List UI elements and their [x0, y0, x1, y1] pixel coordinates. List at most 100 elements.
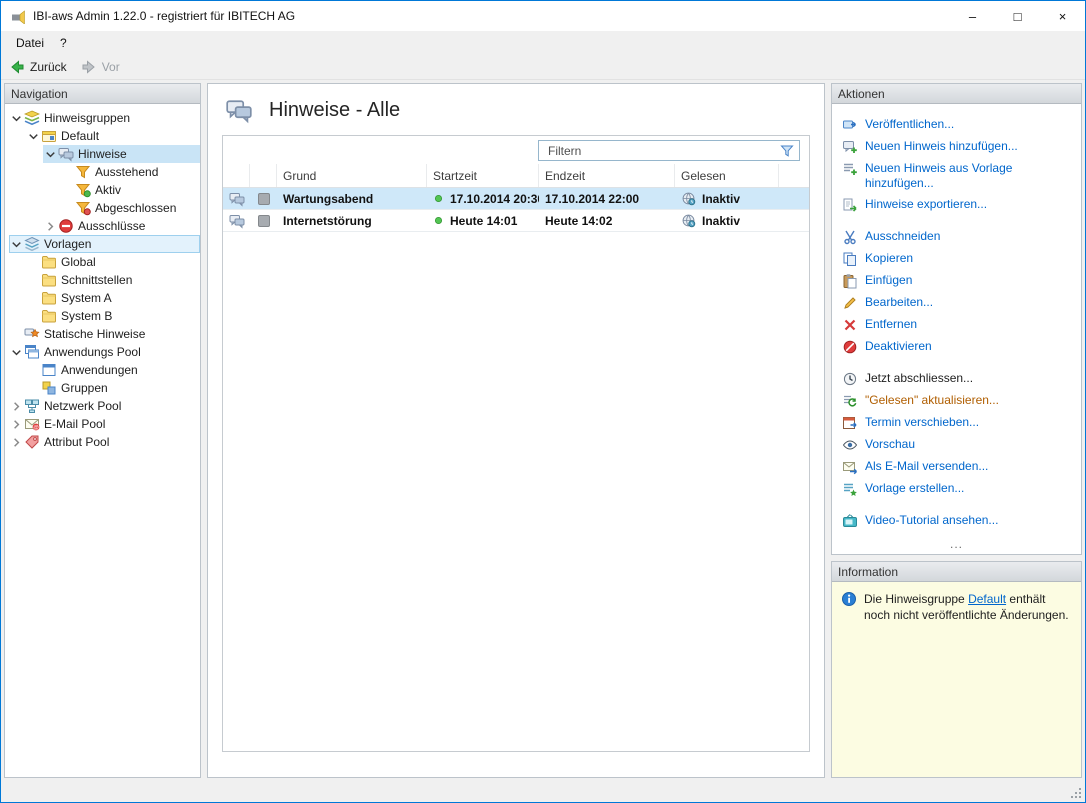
expand-expander-icon[interactable] [9, 399, 24, 414]
tree-item-abgeschlossen[interactable]: Abgeschlossen [5, 199, 200, 217]
tree-item-anwendungen[interactable]: Anwendungen [5, 361, 200, 379]
resize-grip-icon[interactable] [1070, 787, 1082, 799]
action-entfernen[interactable]: Entfernen [842, 314, 1071, 336]
tree-item-label: System B [61, 309, 113, 323]
publish-icon [842, 117, 858, 133]
default-group-link[interactable]: Default [968, 592, 1006, 606]
action-label: "Gelesen" aktualisieren... [865, 393, 999, 407]
minimize-button[interactable]: – [950, 1, 995, 31]
row-color-icon [256, 213, 272, 229]
column-header-endzeit[interactable]: Endzeit [539, 164, 675, 187]
startzeit-cell: 17.10.2014 20:30 [427, 188, 539, 209]
column-header-grund[interactable]: Grund [277, 164, 427, 187]
table-row-wartungsabend[interactable]: Wartungsabend 17.10.2014 20:30 17.10.2014 … [223, 188, 809, 210]
action-neuen-hinweis-aus-vorlage-hinzuf-gen[interactable]: Neuen Hinweis aus Vorlage hinzufügen... [842, 158, 1071, 194]
reschedule-icon [842, 415, 858, 431]
actions-scroll-indicator[interactable]: ... [832, 537, 1081, 554]
actions-panel-header: Aktionen [832, 84, 1081, 104]
collapse-expander-icon[interactable] [26, 129, 41, 144]
action-hinweise-exportieren[interactable]: Hinweise exportieren... [842, 194, 1071, 216]
action-einf-gen[interactable]: Einfügen [842, 270, 1071, 292]
tree-item-anwendungs-pool[interactable]: Anwendungs Pool [5, 343, 200, 361]
action-video-tutorial-ansehen[interactable]: Video-Tutorial ansehen... [842, 510, 1071, 532]
column-header-type[interactable] [223, 164, 250, 187]
tree-item-ausstehend[interactable]: Ausstehend [5, 163, 200, 181]
preview-icon [842, 437, 858, 453]
tree-item-hinweisgruppen[interactable]: Hinweisgruppen [5, 109, 200, 127]
tree-item-vorlagen[interactable]: Vorlagen [5, 235, 200, 253]
collapse-expander-icon[interactable] [9, 345, 24, 360]
tree-item-netzwerk-pool[interactable]: Netzwerk Pool [5, 397, 200, 415]
expand-expander-icon[interactable] [43, 219, 58, 234]
gelesen-icon [681, 213, 696, 228]
content-area: Navigation Hinweisgruppen Default Hinweise… [1, 80, 1085, 781]
maximize-button[interactable]: □ [995, 1, 1040, 31]
tree-item-inner: System B [26, 307, 200, 325]
tree-item-label: Aktiv [95, 183, 122, 197]
tree-item-e-mail-pool[interactable]: @ E-Mail Pool [5, 415, 200, 433]
back-button[interactable]: Zurück [9, 59, 67, 75]
tree-item-inner: Aktiv [60, 181, 200, 199]
tree-item-label: Attribut Pool [44, 435, 110, 449]
anwendungs-pool-icon [24, 344, 40, 360]
startzeit-value: Heute 14:01 [450, 213, 518, 228]
action-jetzt-abschliessen[interactable]: Jetzt abschliessen... [842, 368, 1071, 390]
hints-table: GrundStartzeitEndzeitGelesen Wartungsabe… [222, 135, 810, 752]
action-vorlage-erstellen[interactable]: Vorlage erstellen... [842, 478, 1071, 500]
expand-expander-icon[interactable] [9, 417, 24, 432]
action-bearbeiten[interactable]: Bearbeiten... [842, 292, 1071, 314]
expand-expander-icon[interactable] [9, 435, 24, 450]
tree-item-label: Gruppen [61, 381, 108, 395]
tree-item-default[interactable]: Default [5, 127, 200, 145]
action-kopieren[interactable]: Kopieren [842, 248, 1071, 270]
action-vorschau[interactable]: Vorschau [842, 434, 1071, 456]
status-dot-icon [433, 193, 444, 204]
table-row-internetst-rung[interactable]: Internetstörung Heute 14:01 Heute 14:02 Ina… [223, 210, 809, 232]
menu-item-datei[interactable]: Datei [8, 33, 52, 53]
collapse-expander-icon[interactable] [9, 237, 24, 252]
gelesen-value: Inaktiv [702, 213, 741, 228]
filter-funnel-icon[interactable] [779, 143, 795, 159]
tree-item-system-b[interactable]: System B [5, 307, 200, 325]
tree-item-inner: Gruppen [26, 379, 200, 397]
tree-item-system-a[interactable]: System A [5, 289, 200, 307]
folder-icon [41, 290, 57, 306]
tree-item-gruppen[interactable]: Gruppen [5, 379, 200, 397]
tree-item-ausschl-sse[interactable]: Ausschlüsse [5, 217, 200, 235]
tree-item-inner: Ausschlüsse [43, 217, 200, 235]
tree-item-statische-hinweise[interactable]: Statische Hinweise [5, 325, 200, 343]
action-group: Ausschneiden Kopieren Einfügen Bearbeiten..… [842, 226, 1071, 358]
app-window: IBI-aws Admin 1.22.0 - registriert für I… [0, 0, 1086, 803]
action-ausschneiden[interactable]: Ausschneiden [842, 226, 1071, 248]
action-als-e-mail-versenden[interactable]: Als E-Mail versenden... [842, 456, 1071, 478]
filter-input[interactable] [546, 142, 779, 159]
column-header-color[interactable] [250, 164, 277, 187]
collapse-expander-icon[interactable] [9, 111, 24, 126]
action-gelesen-aktualisieren[interactable]: "Gelesen" aktualisieren... [842, 390, 1071, 412]
menu-item-[interactable]: ? [52, 33, 75, 53]
anwendungen-icon [41, 362, 57, 378]
action-neuen-hinweis-hinzuf-gen[interactable]: Neuen Hinweis hinzufügen... [842, 136, 1071, 158]
gelesen-cell: Inaktiv [675, 210, 779, 231]
tree-item-hinweise[interactable]: Hinweise [5, 145, 200, 163]
tree-item-inner: Hinweise [43, 145, 200, 163]
menu-bar: Datei? [1, 31, 1085, 54]
close-button[interactable]: × [1040, 1, 1085, 31]
column-header-gelesen[interactable]: Gelesen [675, 164, 779, 187]
main-panel: Hinweise - Alle GrundStartzeitEndzeitGel… [207, 83, 825, 778]
information-text-before: Die Hinweisgruppe [864, 592, 969, 606]
tree-item-attribut-pool[interactable]: Attribut Pool [5, 433, 200, 451]
action-deaktivieren[interactable]: Deaktivieren [842, 336, 1071, 358]
action-ver-ffentlichen[interactable]: Veröffentlichen... [842, 114, 1071, 136]
tree-item-global[interactable]: Global [5, 253, 200, 271]
forward-button[interactable]: Vor [81, 59, 120, 75]
tree-item-schnittstellen[interactable]: Schnittstellen [5, 271, 200, 289]
column-header-startzeit[interactable]: Startzeit [427, 164, 539, 187]
tree-item-inner: Abgeschlossen [60, 199, 200, 217]
collapse-expander-icon[interactable] [43, 147, 58, 162]
information-panel-header: Information [832, 562, 1081, 582]
tree-item-aktiv[interactable]: Aktiv [5, 181, 200, 199]
forward-button-label: Vor [101, 59, 120, 74]
action-termin-verschieben[interactable]: Termin verschieben... [842, 412, 1071, 434]
